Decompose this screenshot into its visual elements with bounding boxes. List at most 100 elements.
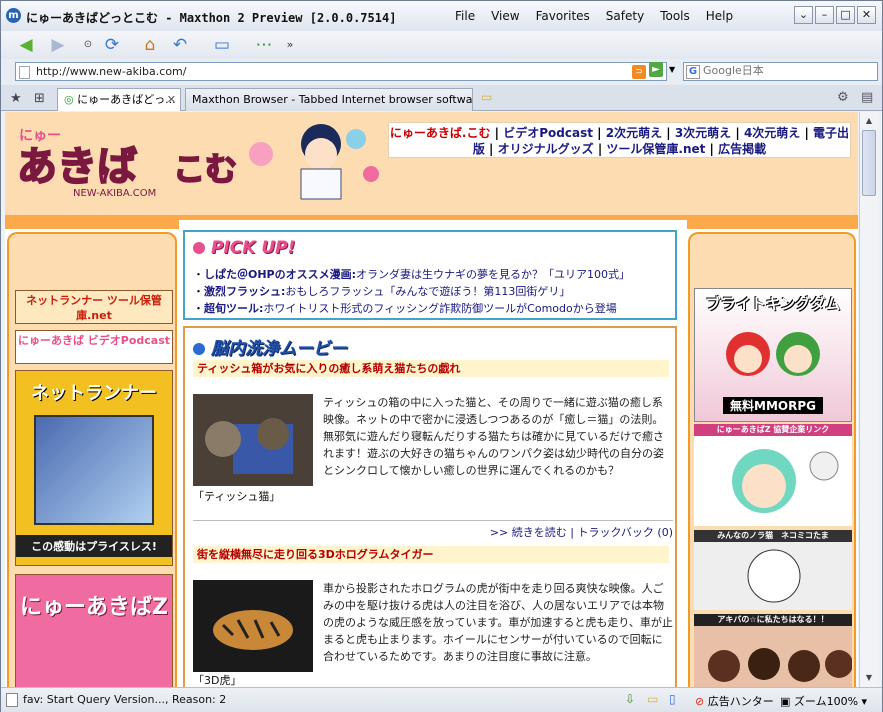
right-sidebar: ブライトキングダム 無料MMORPG にゅーあきばZ 協賛企業リンク みんなのノ… — [688, 232, 856, 687]
stray-cat-comic[interactable] — [694, 542, 852, 610]
menu-safety[interactable]: Safety — [598, 9, 652, 23]
pickup-item[interactable]: ・激烈フラッシュ:おもしろフラッシュ「みんなで遊ぼう！第113回街ゲリ」 — [193, 283, 570, 299]
new-window-icon[interactable]: ▭ — [211, 34, 233, 56]
undo-close-icon[interactable]: ↶ — [169, 34, 191, 56]
idol-header: アキバの☆に私たちはなる！！ — [694, 614, 852, 626]
ad-title: ブライトキングダム — [705, 295, 841, 313]
nav-link[interactable]: 4次元萌え — [744, 126, 800, 140]
maxthon-icon: m — [6, 8, 21, 23]
go-icon[interactable]: ► — [649, 62, 663, 77]
status-text: fav: Start Query Version..., Reason: 2 — [23, 693, 227, 706]
window-title: にゅーあきばどっとこむ - Maxthon 2 Preview [2.0.0.7… — [26, 11, 397, 25]
main-column: PICK UP! ・しぱた＠OHPのオススメ漫画:オランダ妻は生ウナギの夢を見る… — [179, 220, 687, 687]
tissue-cat-thumbnail[interactable] — [193, 394, 313, 486]
nav-link[interactable]: ビデオPodcast — [503, 126, 593, 140]
minimize-button[interactable]: – — [815, 6, 834, 24]
article-body: 車から投影されたホログラムの虎が街中を走り回る爽快な映像。人ごみの中を駆け抜ける… — [323, 582, 673, 663]
wrench-icon[interactable]: ⚙ — [837, 90, 849, 105]
rss-icon[interactable]: ⊃ — [632, 65, 646, 79]
menu-view[interactable]: View — [483, 9, 527, 23]
thumbnail-caption[interactable]: 「3D虎」 — [193, 672, 241, 687]
favorites-star-icon[interactable]: ★ — [10, 91, 22, 106]
search-engine-dropdown-icon[interactable]: ▼ — [669, 65, 675, 74]
tab-new-akiba[interactable]: ◎ にゅーあきばどっ... ✕ — [57, 88, 181, 111]
nav-link[interactable]: 3次元萌え — [675, 126, 731, 140]
url-text[interactable]: http://www.new-akiba.com/ — [36, 65, 186, 78]
stray-cat-header: みんなのノラ猫 ネコミコたま — [694, 530, 852, 542]
sponsor-anime-image[interactable] — [694, 436, 852, 526]
svg-text:にゅー: にゅー — [19, 128, 61, 144]
scroll-up-icon[interactable]: ▲ — [862, 114, 876, 128]
page-status-icon — [6, 693, 18, 707]
home-icon[interactable]: ⌂ — [139, 34, 161, 56]
address-bar[interactable]: http://www.new-akiba.com/ ⊃ ▼ — [15, 62, 667, 81]
pickup-item[interactable]: ・しぱた＠OHPのオススメ漫画:オランダ妻は生ウナギの夢を見るか？「ユリア100… — [193, 266, 630, 282]
article-heading[interactable]: 街を縦横無尽に走り回る3Dホログラムタイガー — [193, 546, 669, 563]
web-page: にゅー あきば こむ NEW-AKIBA.COM にゅーあきば.こむ | ビデオ… — [5, 112, 858, 687]
netrunner-magazine[interactable]: ネットランナー この感動はプライスレス! — [15, 370, 173, 566]
menu-help[interactable]: Help — [698, 9, 741, 23]
new-tab-icon[interactable]: ▭ — [481, 90, 492, 104]
tab-maxthon[interactable]: Maxthon Browser - Tabbed Internet browse… — [185, 88, 473, 111]
zoom-control[interactable]: ▣ ズーム100% ▾ — [780, 693, 867, 709]
status-bar: fav: Start Query Version..., Reason: 2 ⇩… — [1, 687, 882, 712]
book-icon[interactable]: ▯ — [669, 692, 676, 706]
scroll-thumb[interactable] — [862, 130, 876, 196]
grid-icon[interactable]: ⊞ — [34, 91, 45, 106]
menu-file[interactable]: File — [447, 9, 483, 23]
idol-photo[interactable] — [694, 626, 852, 687]
forward-icon[interactable]: ▶ — [47, 34, 69, 56]
svg-text:あきば: あきば — [17, 144, 137, 190]
read-more-link[interactable]: >> 続きを読む | トラックバック (0) — [193, 520, 673, 540]
video-podcast-banner[interactable]: にゅーあきば ビデオPodcast — [15, 330, 173, 364]
tab-close-icon[interactable]: ✕ — [167, 89, 176, 110]
nav-link[interactable]: 広告掲載 — [718, 142, 766, 156]
folder-icon[interactable]: ▭ — [647, 692, 658, 706]
tab-bar: ★ ⊞ ◎ にゅーあきばどっ... ✕ Maxthon Browser - Ta… — [1, 85, 882, 111]
maximize-button[interactable]: □ — [836, 6, 855, 24]
menu-bar: File View Favorites Safety Tools Help — [447, 9, 741, 23]
ad-hunter-icon: ⊘ — [695, 695, 705, 708]
zoom-icon: ▣ — [780, 695, 791, 708]
nav-home[interactable]: にゅーあきば.こむ — [390, 126, 491, 140]
magazine-cover-art — [34, 415, 154, 525]
new-akiba-z-book[interactable]: にゅーあきばZ — [15, 574, 173, 687]
magazine-tagline: この感動はプライスレス! — [16, 535, 172, 557]
sidebar-toggle-icon[interactable]: ▤ — [861, 90, 873, 105]
chevron-down-icon[interactable]: ⌄ — [794, 6, 813, 24]
history-dropdown-icon[interactable]: ⊙ — [77, 34, 99, 56]
site-logo[interactable]: にゅー あきば こむ NEW-AKIBA.COM — [13, 120, 253, 202]
scroll-down-icon[interactable]: ▼ — [862, 671, 876, 685]
ad-characters-art — [726, 332, 820, 376]
title-bar: m にゅーあきばどっとこむ - Maxthon 2 Preview [2.0.0… — [1, 1, 882, 31]
pickup-item[interactable]: ・超旬ツール:ホワイトリスト形式のフィッシング詐欺防御ツールがComodoから登… — [193, 300, 617, 316]
thumbnail-caption[interactable]: 「ティッシュ猫」 — [193, 488, 280, 504]
google-icon: G — [686, 65, 700, 79]
split-icon[interactable]: ⋯ — [253, 34, 275, 56]
svg-text:NEW-AKIBA.COM: NEW-AKIBA.COM — [73, 188, 156, 199]
site-nav: にゅーあきば.こむ | ビデオPodcast | 2次元萌え | 3次元萌え |… — [388, 122, 851, 158]
nav-link[interactable]: 2次元萌え — [606, 126, 662, 140]
nav-link[interactable]: ツール保管庫.net — [606, 142, 705, 156]
article-body: ティッシュの箱の中に入った猫と、その周りで一緒に遊ぶ猫の癒し系映像。ネットの中で… — [323, 396, 664, 477]
ad-hunter[interactable]: ⊘ 広告ハンター — [695, 693, 774, 709]
nav-link[interactable]: オリジナルグッズ — [498, 142, 594, 156]
tab-favicon: ◎ — [64, 93, 74, 106]
magazine-title: ネットランナー — [31, 383, 157, 404]
bullet-icon — [193, 343, 205, 355]
article-heading[interactable]: ティッシュ箱がお気に入りの癒し系萌え猫たちの戯れ — [193, 360, 669, 377]
tiger-thumbnail[interactable] — [193, 580, 313, 672]
close-button[interactable]: ✕ — [857, 6, 876, 24]
refresh-icon[interactable]: ⟳ — [101, 34, 123, 56]
toolbar-overflow-icon[interactable]: » — [279, 34, 301, 56]
bright-kingdom-ad[interactable]: ブライトキングダム 無料MMORPG — [694, 288, 852, 422]
menu-favorites[interactable]: Favorites — [528, 9, 598, 23]
tool-archive-banner[interactable]: ネットランナー ツール保管庫.net — [15, 290, 173, 324]
download-icon[interactable]: ⇩ — [625, 692, 635, 706]
menu-tools[interactable]: Tools — [652, 9, 698, 23]
search-input[interactable] — [703, 64, 873, 77]
svg-text:こむ: こむ — [173, 150, 237, 188]
search-box[interactable]: G — [683, 62, 878, 81]
vertical-scrollbar[interactable]: ▲ ▼ — [859, 112, 877, 687]
back-icon[interactable]: ◀ — [15, 34, 37, 56]
